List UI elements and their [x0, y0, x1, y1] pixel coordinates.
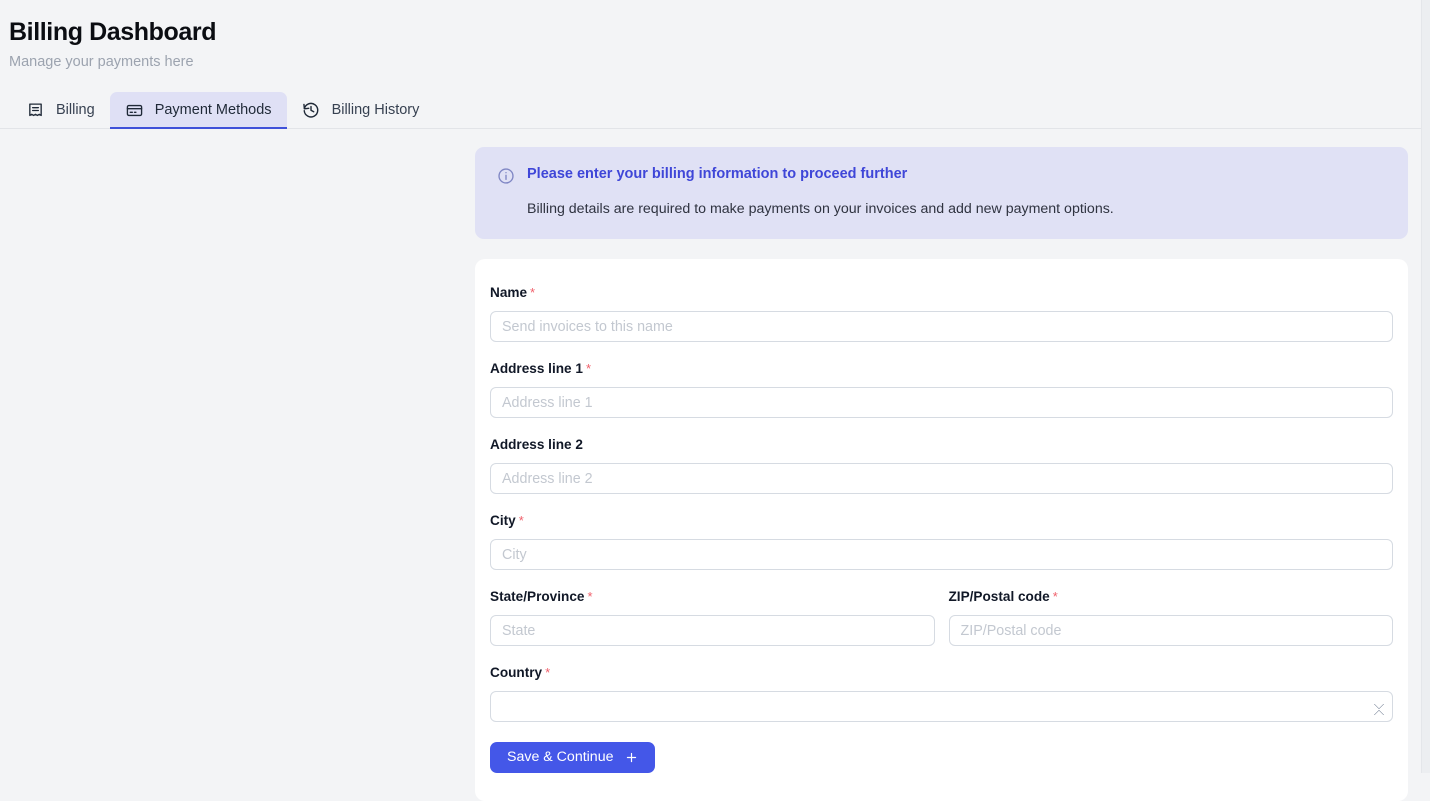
zip-input[interactable] [948, 615, 1393, 646]
alert-description: Billing details are required to make pay… [527, 201, 1114, 217]
tab-billing-history-label: Billing History [331, 102, 420, 118]
name-input[interactable] [490, 311, 1393, 342]
address1-required-marker: * [585, 361, 591, 376]
page-title: Billing Dashboard [9, 18, 217, 46]
history-icon [302, 101, 321, 120]
address1-label-text: Address line 1 [490, 361, 583, 376]
receipt-icon [26, 101, 45, 120]
content-column: Please enter your billing information to… [475, 147, 1408, 801]
name-label: Name * [490, 284, 1393, 302]
city-input[interactable] [490, 539, 1393, 570]
address-line-2-input[interactable] [490, 463, 1393, 494]
city-label-text: City [490, 513, 516, 528]
billing-info-alert: Please enter your billing information to… [475, 147, 1408, 239]
state-label: State/Province * [490, 588, 935, 606]
field-state-province: State/Province * [490, 588, 935, 646]
state-zip-row: State/Province* ZIP/Postal code* [490, 588, 1393, 646]
zip-label-text: ZIP/Postal code [948, 589, 1050, 604]
tab-payment-methods[interactable]: Payment Methods [109, 92, 287, 129]
tab-billing[interactable]: Billing [11, 92, 110, 128]
name-label-text: Name [490, 285, 528, 300]
address2-label: Address line 2 [490, 436, 1393, 454]
save-and-continue-button[interactable]: Save & Continue [490, 742, 656, 773]
tab-billing-label: Billing [56, 102, 95, 118]
alert-title: Please enter your billing information to… [527, 166, 908, 182]
field-address-line-2: Address line 2 [490, 436, 1393, 494]
address2-label-text: Address line 2 [490, 437, 583, 452]
tab-bar: Billing Payment Methods Billing History [0, 92, 1430, 129]
zip-label: ZIP/Postal code * [949, 588, 1394, 606]
tab-billing-history[interactable]: Billing History [287, 92, 435, 128]
info-circle-icon [497, 167, 515, 185]
page-scrollbar[interactable] [1421, 0, 1430, 773]
country-select[interactable] [490, 691, 1393, 722]
page-header: Billing Dashboard Manage your payments h… [0, 0, 1430, 72]
field-address-line-1: Address line 1 * [490, 360, 1393, 418]
field-city: City * [490, 512, 1393, 570]
field-name: Name * [490, 284, 1393, 342]
country-label: Country * [490, 664, 1393, 682]
field-zip-postal-code: ZIP/Postal code * [948, 588, 1394, 646]
name-required-marker: * [530, 285, 536, 300]
address1-label: Address line 1 * [490, 360, 1393, 378]
address-line-1-input[interactable] [490, 387, 1393, 418]
credit-card-icon [125, 101, 144, 120]
page-subtitle: Manage your payments here [9, 54, 194, 70]
state-label-text: State/Province [490, 589, 585, 604]
country-required-marker: * [545, 665, 551, 680]
main-content: Please enter your billing information to… [0, 129, 1430, 801]
save-button-label: Save & Continue [507, 749, 614, 766]
field-country: Country * [490, 664, 1393, 722]
city-label: City * [490, 512, 1393, 530]
alert-body: Please enter your billing information to… [527, 165, 1386, 219]
billing-form-card: Name* Address line 1* Address line 2 Cit… [475, 259, 1408, 801]
state-input[interactable] [490, 615, 935, 646]
state-required-marker: * [587, 589, 593, 604]
country-label-text: Country [490, 665, 543, 680]
zip-required-marker: * [1052, 589, 1058, 604]
city-required-marker: * [518, 513, 524, 528]
tab-payment-methods-label: Payment Methods [154, 102, 272, 118]
plus-icon [625, 751, 638, 764]
